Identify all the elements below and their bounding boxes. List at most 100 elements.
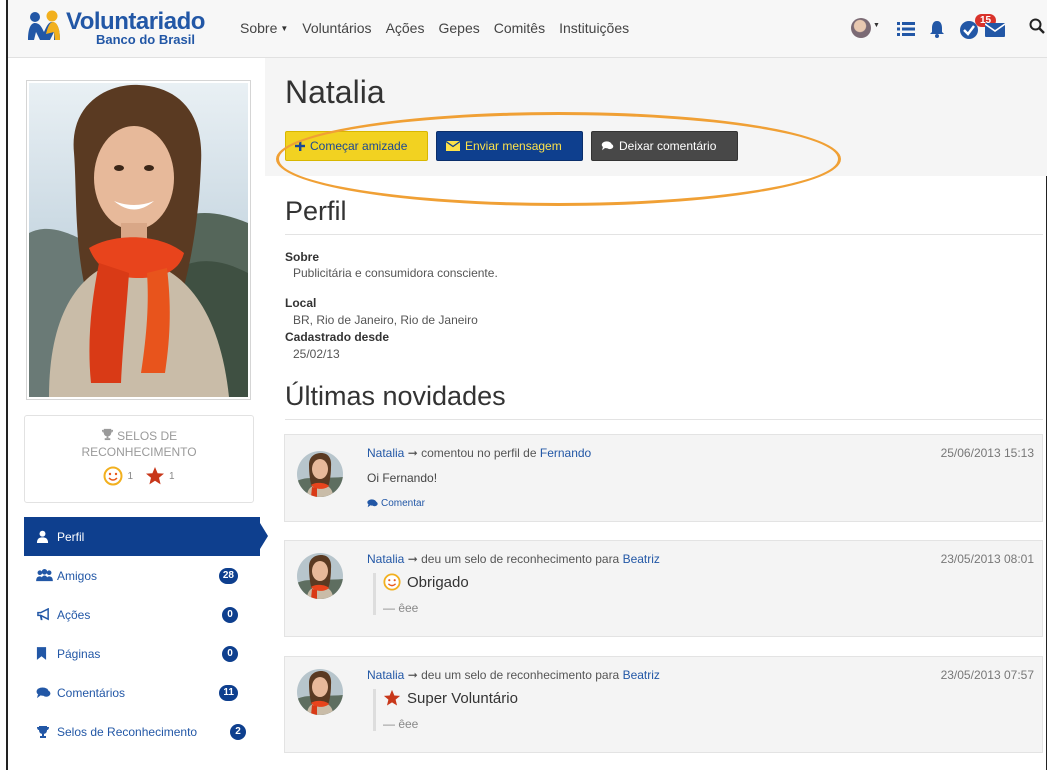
bell-icon[interactable] (929, 20, 945, 38)
location-value: BR, Rio de Janeiro, Rio de Janeiro (293, 313, 478, 327)
smiley-badge-icon[interactable] (103, 466, 123, 486)
divider (285, 234, 1043, 235)
profile-photo-image (29, 83, 248, 397)
feed-item: Natalia ➞ deu um selo de reconhecimento … (284, 540, 1043, 637)
badges-title-line1: SELOS DE (117, 429, 178, 443)
menu-item-sobre[interactable]: Sobre ▼ (240, 20, 288, 36)
badge-quote: Super Voluntário — êee (373, 689, 518, 731)
arrow-right-icon: ➞ (407, 552, 418, 566)
caret-down-icon[interactable]: ▼ (873, 22, 880, 29)
badges-icons: 1 1 (25, 466, 253, 486)
trophy-icon (101, 428, 113, 441)
feed-item: Natalia ➞ comentou no perfil de Fernando… (284, 434, 1043, 522)
sidebar-item-count: 2 (230, 724, 246, 740)
perfil-heading: Perfil (285, 196, 347, 226)
avatar[interactable] (297, 553, 343, 599)
menu-item-acoes[interactable]: Ações (386, 20, 425, 36)
divider (285, 419, 1043, 420)
sidebar-item-label: Perfil (57, 529, 85, 544)
feed-item-meta: Natalia ➞ deu um selo de reconhecimento … (367, 552, 660, 566)
megaphone-icon (36, 608, 54, 621)
send-message-button[interactable]: Enviar mensagem (436, 131, 583, 161)
badge-name: Super Voluntário (407, 689, 518, 707)
actor-link[interactable]: Natalia (367, 446, 404, 460)
feed-verb: deu um selo de reconhecimento para (421, 552, 620, 566)
star-badge-icon[interactable] (145, 466, 165, 486)
sidebar-item-perfil[interactable]: Perfil (24, 517, 268, 556)
sidebar-item-paginas[interactable]: Páginas 0 (24, 634, 260, 673)
comments-icon (36, 686, 54, 699)
target-link[interactable]: Fernando (540, 446, 591, 460)
sidebar-item-label: Comentários (57, 685, 126, 700)
menu-item-label: Sobre (240, 20, 278, 36)
profile-sidebar: Perfil Amigos 28 Ações 0 Páginas 0 Comen… (24, 517, 268, 751)
nav-tools: ▼ 15 (851, 14, 1047, 44)
search-icon[interactable] (1029, 18, 1045, 34)
badges-title-line2: RECONHECIMENTO (81, 445, 197, 459)
comments-icon (601, 141, 614, 151)
group-icon (36, 569, 54, 582)
menu-item-label: Gepes (438, 20, 480, 36)
sidebar-item-count: 0 (222, 607, 238, 623)
menu-item-voluntarios[interactable]: Voluntários (302, 20, 371, 36)
feed-item-date: 23/05/2013 07:57 (940, 668, 1034, 682)
smiley-badge-icon (383, 573, 401, 591)
sidebar-item-count: 11 (219, 685, 238, 701)
sidebar-item-amigos[interactable]: Amigos 28 (24, 556, 260, 595)
target-link[interactable]: Beatriz (623, 552, 660, 566)
brand-logo[interactable]: Voluntariado Banco do Brasil (26, 8, 226, 48)
list-icon[interactable] (897, 22, 915, 36)
badge-name: Obrigado (407, 573, 469, 591)
actor-link[interactable]: Natalia (367, 668, 404, 682)
star-badge-icon (383, 689, 401, 706)
sidebar-item-comentarios[interactable]: Comentários 11 (24, 673, 260, 712)
badge-author: — êee (383, 601, 419, 615)
menu-item-label: Comitês (493, 20, 546, 36)
feed-verb: deu um selo de reconhecimento para (421, 668, 620, 682)
menu-item-comites[interactable]: Comitês (494, 20, 545, 36)
about-label: Sobre (285, 250, 320, 264)
envelope-icon[interactable] (985, 23, 1005, 37)
button-label: Enviar mensagem (465, 139, 562, 153)
avatar[interactable] (297, 451, 343, 497)
sidebar-item-label: Amigos (57, 568, 98, 583)
envelope-icon (446, 141, 460, 151)
leave-comment-button[interactable]: Deixar comentário (591, 131, 738, 161)
location-label: Local (285, 296, 317, 310)
plus-icon (295, 141, 305, 151)
user-avatar[interactable] (851, 18, 871, 38)
brand-subtitle: Banco do Brasil (96, 32, 195, 47)
top-navbar: Voluntariado Banco do Brasil Sobre ▼ Vol… (8, 0, 1047, 58)
profile-name: Natalia (285, 74, 385, 110)
comment-link[interactable]: Comentar (367, 498, 425, 509)
feed-item-meta: Natalia ➞ comentou no perfil de Fernando (367, 446, 591, 460)
sidebar-item-acoes[interactable]: Ações 0 (24, 595, 260, 634)
badge-author: — êee (383, 717, 419, 731)
registered-value: 25/02/13 (293, 347, 340, 361)
start-friendship-button[interactable]: Começar amizade (285, 131, 428, 161)
button-label: Deixar comentário (619, 139, 717, 153)
feed-heading: Últimas novidades (285, 381, 506, 411)
caret-down-icon: ▼ (280, 23, 289, 33)
sidebar-item-count: 28 (218, 568, 238, 584)
smiley-badge-count: 1 (127, 470, 133, 482)
avatar[interactable] (297, 669, 343, 715)
profile-photo (26, 80, 251, 400)
actor-link[interactable]: Natalia (367, 552, 404, 566)
sidebar-item-label: Ações (57, 607, 91, 622)
bookmark-icon (36, 647, 54, 660)
feed-verb: comentou no perfil de (421, 446, 537, 460)
sidebar-item-count: 0 (222, 646, 238, 662)
badges-panel: SELOS DE RECONHECIMENTO 1 1 (24, 415, 254, 503)
menu-item-gepes[interactable]: Gepes (438, 20, 479, 36)
menu-item-instituicoes[interactable]: Instituições (559, 20, 629, 36)
menu-item-label: Ações (385, 20, 425, 36)
target-link[interactable]: Beatriz (623, 668, 660, 682)
sidebar-item-selos[interactable]: Selos de Reconhecimento 2 (24, 712, 260, 751)
user-icon (36, 530, 54, 543)
people-logo-icon (28, 10, 60, 40)
menu-item-label: Instituições (559, 20, 630, 36)
main-menu: Sobre ▼ Voluntários Ações Gepes Comitês … (240, 20, 643, 36)
arrow-right-icon: ➞ (407, 668, 418, 682)
star-badge-count: 1 (169, 470, 175, 482)
